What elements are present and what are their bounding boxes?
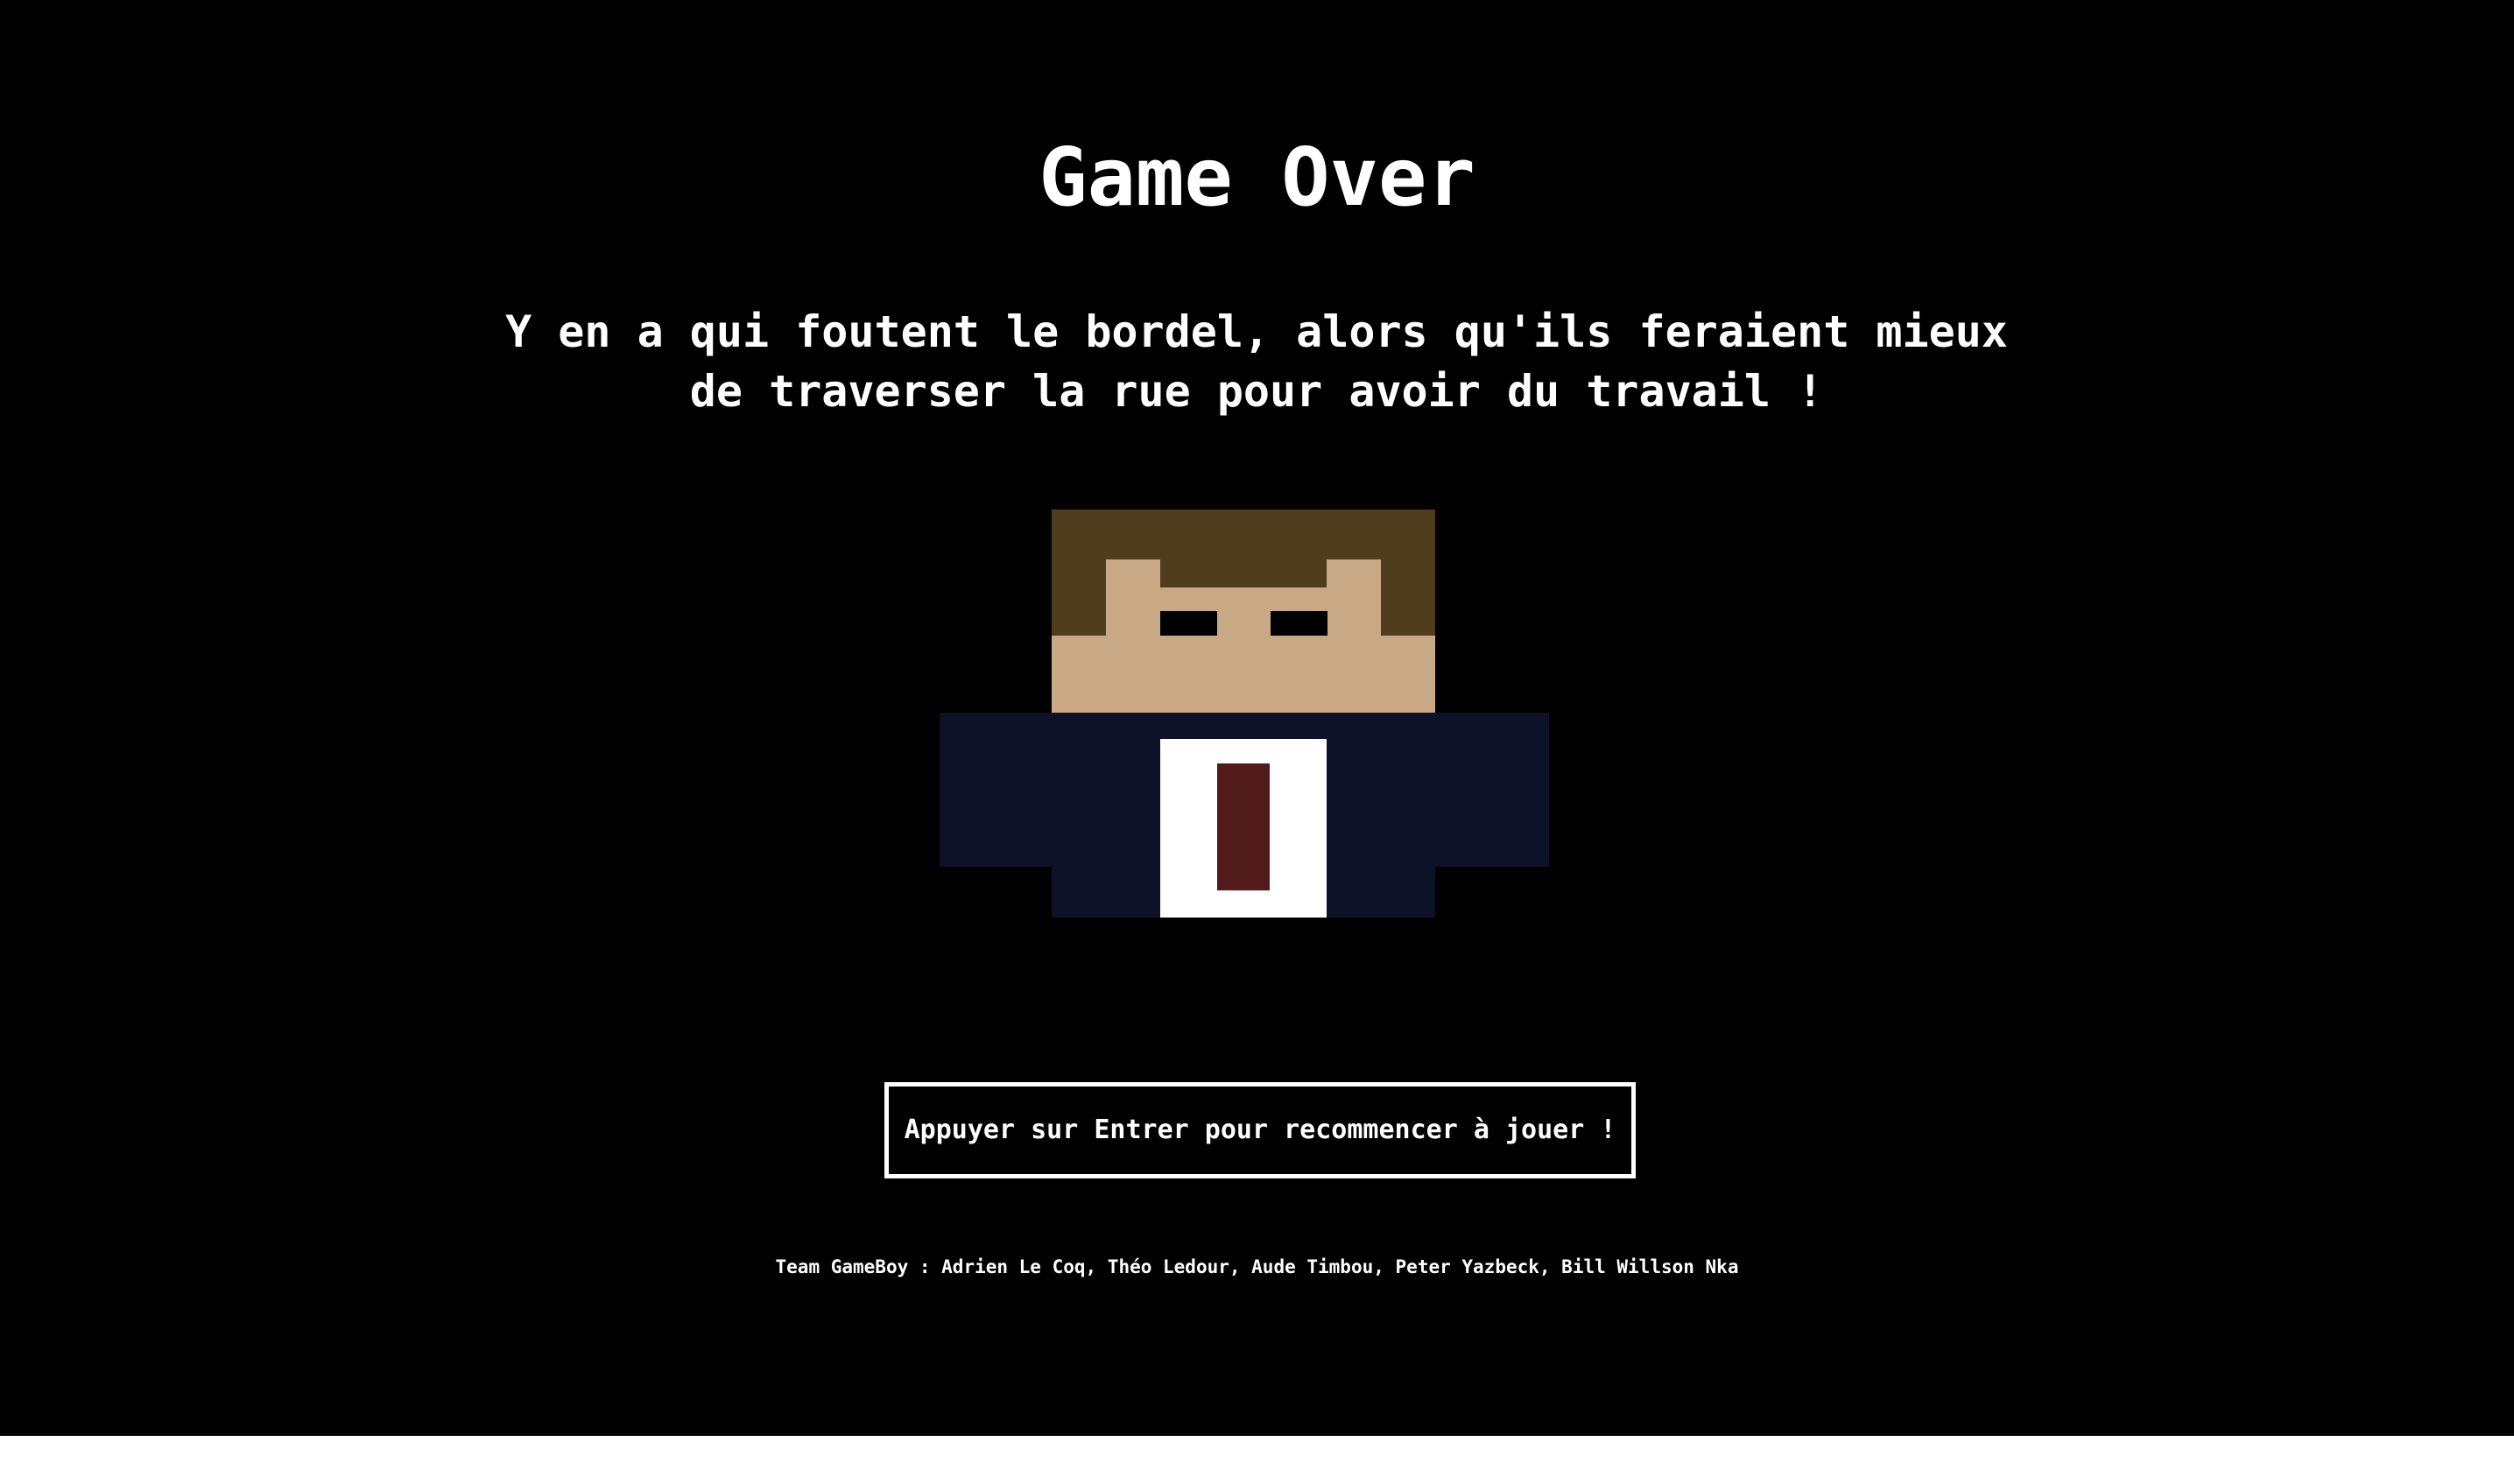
- character-tie: [1217, 763, 1270, 890]
- team-credits: Team GameBoy : Adrien Le Coq, Théo Ledou…: [775, 1256, 1739, 1277]
- quote-line-1: Y en a qui foutent le bordel, alors qu'i…: [505, 306, 2008, 357]
- restart-button[interactable]: Appuyer sur Entrer pour recommencer à jo…: [884, 1082, 1636, 1178]
- character-arm-left: [940, 713, 1052, 867]
- character-hair-fringe: [1160, 559, 1327, 587]
- pixel-businessman-icon: [940, 510, 1549, 918]
- character-eye-left: [1160, 611, 1217, 636]
- character-face: [1052, 636, 1435, 714]
- character-eye-right: [1271, 611, 1327, 636]
- game-over-quote: Y en a qui foutent le bordel, alors qu'i…: [468, 302, 2045, 421]
- character-arm-right: [1435, 713, 1549, 867]
- game-over-screen: Game Over Y en a qui foutent le bordel, …: [0, 0, 2514, 1436]
- game-over-title: Game Over: [1039, 130, 1475, 224]
- quote-line-2: de traverser la rue pour avoir du travai…: [689, 366, 1824, 417]
